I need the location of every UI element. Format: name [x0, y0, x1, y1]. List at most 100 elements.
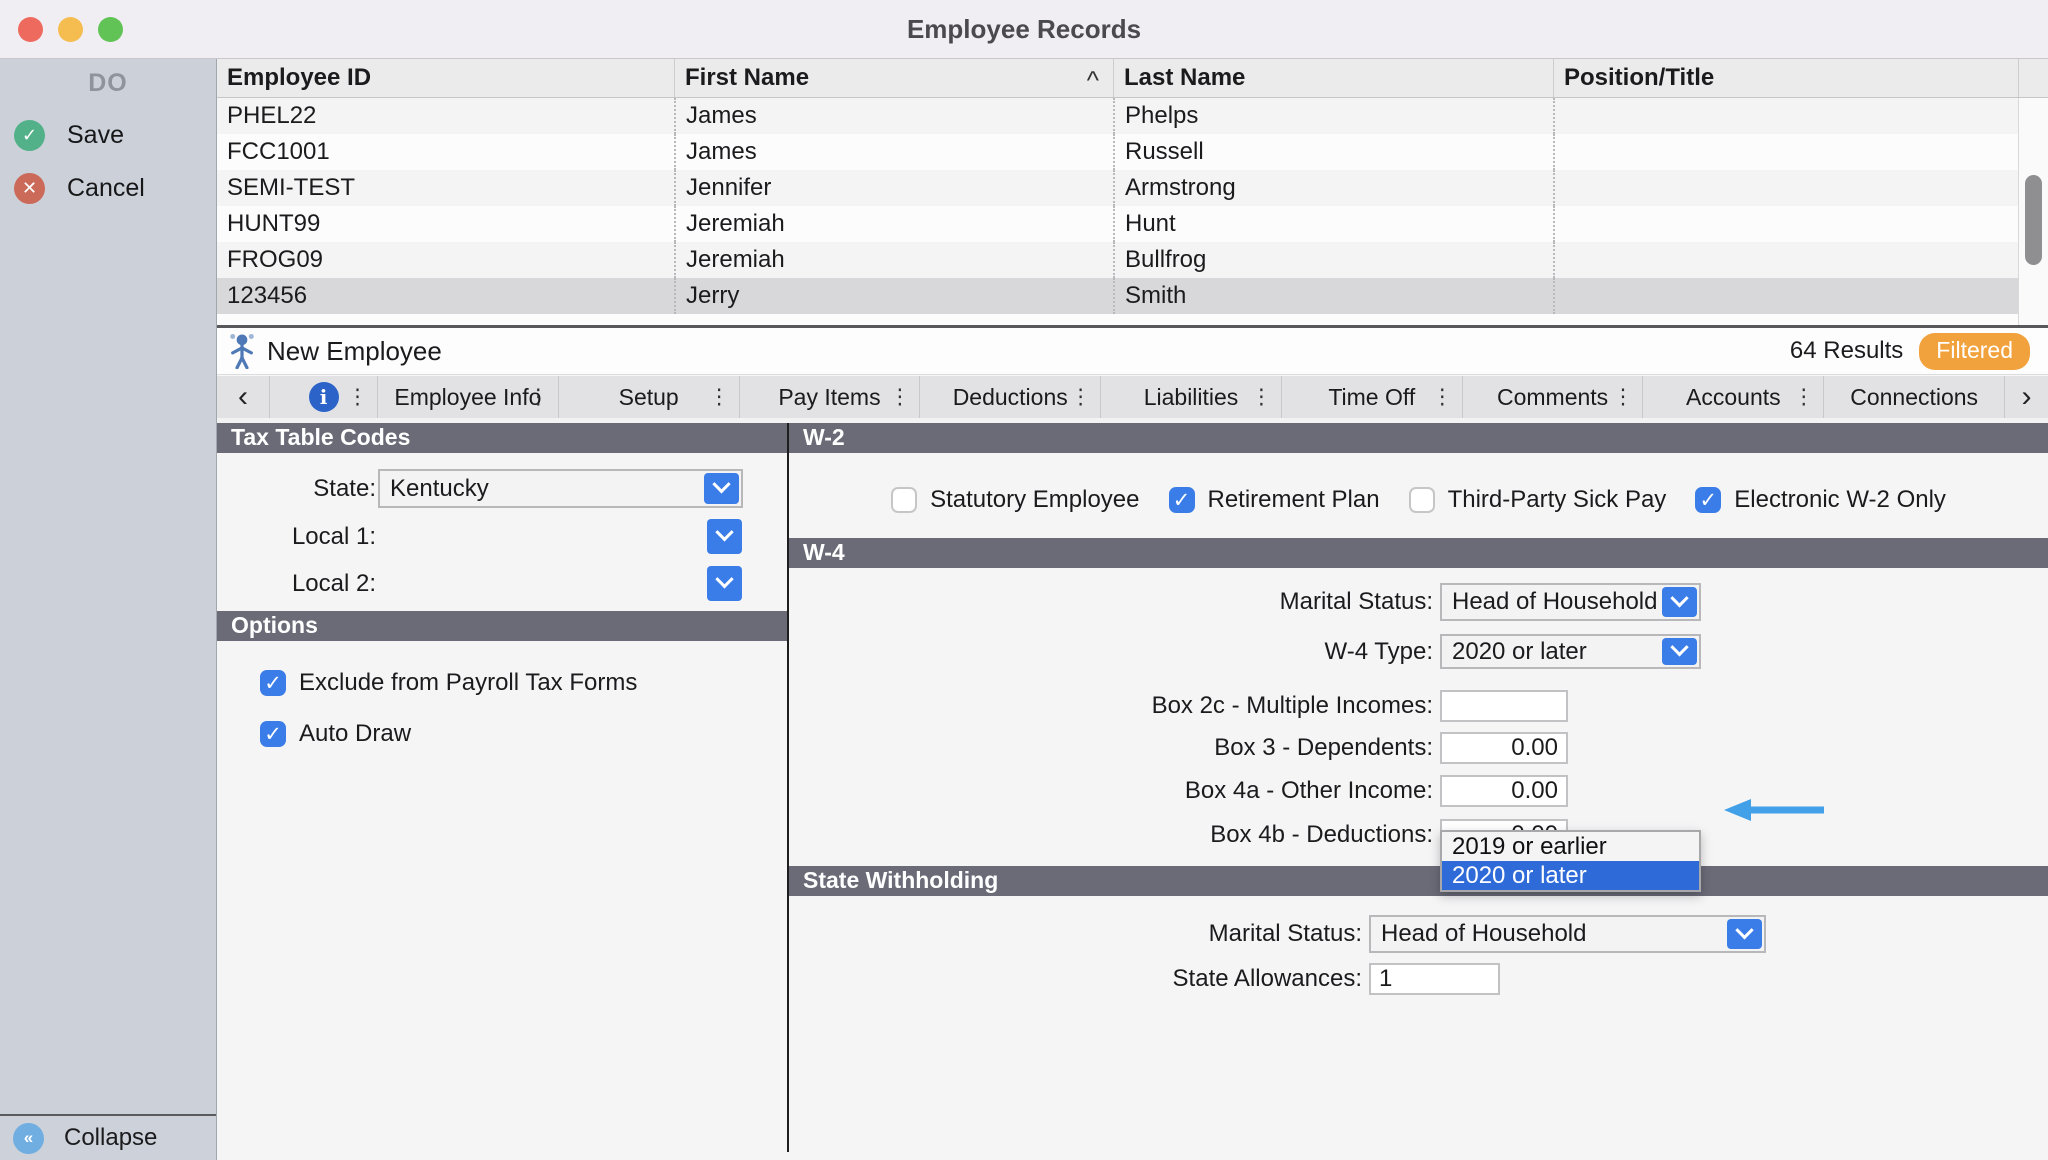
auto-draw-checkbox[interactable]: Auto Draw — [260, 720, 787, 748]
w2-checkbox-row: Statutory Employee Retirement Plan Third… — [789, 486, 2048, 514]
cancel-button-label: Cancel — [67, 174, 145, 203]
tab-scroll-right-button[interactable]: › — [2004, 376, 2048, 418]
box4a-input[interactable]: 0.00 — [1440, 775, 1568, 807]
checkbox-icon[interactable] — [1169, 487, 1195, 513]
checkbox-icon[interactable] — [1695, 487, 1721, 513]
menu-option-2020-or-later[interactable]: 2020 or later — [1442, 861, 1699, 890]
local2-dropdown-button[interactable] — [707, 566, 742, 601]
tab-employee-info[interactable]: Employee Info ⋮ — [377, 376, 558, 418]
sw-marital-status-value: Head of Household — [1381, 920, 1586, 948]
section-header-tax-table-codes: Tax Table Codes — [217, 423, 787, 453]
w4-type-open-menu: 2019 or earlier 2020 or later — [1440, 830, 1701, 892]
tab-overflow-icon[interactable]: ⋮ — [528, 385, 549, 410]
table-row-selected[interactable]: 123456 Jerry Smith — [217, 278, 2018, 314]
tab-scroll-left-button[interactable]: ‹ — [217, 376, 269, 418]
w4-marital-status-row: Marital Status: Head of Household — [789, 583, 2048, 621]
table-row[interactable]: FCC1001 James Russell — [217, 134, 2018, 170]
box3-label: Box 3 - Dependents: — [789, 734, 1433, 762]
tab-liabilities[interactable]: Liabilities ⋮ — [1100, 376, 1281, 418]
checkbox-label: Third-Party Sick Pay — [1448, 486, 1667, 514]
filtered-badge[interactable]: Filtered — [1919, 333, 2030, 370]
column-header-last-name[interactable]: Last Name — [1113, 59, 1553, 97]
box3-row: Box 3 - Dependents: 0.00 — [789, 732, 2048, 764]
tab-connections[interactable]: Connections — [1823, 376, 2004, 418]
checkbox-icon[interactable] — [891, 487, 917, 513]
local1-label: Local 1: — [217, 523, 376, 551]
tab-overflow-icon[interactable]: ⋮ — [889, 385, 910, 410]
tab-label: Setup — [619, 384, 679, 411]
third-party-sick-pay-checkbox[interactable]: Third-Party Sick Pay — [1409, 486, 1667, 514]
cell-employee-id: FROG09 — [217, 242, 674, 278]
statutory-employee-checkbox[interactable]: Statutory Employee — [891, 486, 1139, 514]
tab-time-off[interactable]: Time Off ⋮ — [1281, 376, 1462, 418]
exclude-payroll-tax-forms-checkbox[interactable]: Exclude from Payroll Tax Forms — [260, 669, 787, 697]
tab-overflow-icon[interactable]: ⋮ — [1070, 385, 1091, 410]
sw-marital-status-label: Marital Status: — [789, 920, 1362, 948]
cell-last-name: Bullfrog — [1113, 242, 1553, 278]
tab-setup[interactable]: Setup ⋮ — [558, 376, 739, 418]
tab-comments[interactable]: Comments ⋮ — [1462, 376, 1643, 418]
w4-type-dropdown[interactable]: 2020 or later — [1440, 634, 1701, 669]
menu-option-2019-or-earlier[interactable]: 2019 or earlier — [1442, 832, 1699, 861]
collapse-sidebar-button[interactable]: « Collapse — [0, 1114, 216, 1160]
zoom-window-button[interactable] — [98, 17, 123, 42]
cancel-button[interactable]: ✕ Cancel — [14, 173, 216, 204]
local1-dropdown-button[interactable] — [707, 519, 742, 554]
minimize-window-button[interactable] — [58, 17, 83, 42]
tab-label: Employee Info — [394, 384, 541, 411]
cell-position-title — [1553, 206, 2018, 242]
table-scrollbar-thumb[interactable] — [2025, 175, 2042, 265]
checkbox-icon[interactable] — [1409, 487, 1435, 513]
tab-overflow-icon[interactable]: ⋮ — [1793, 385, 1814, 410]
sw-marital-status-dropdown[interactable]: Head of Household — [1369, 915, 1766, 953]
tab-overflow-icon[interactable]: ⋮ — [1251, 385, 1272, 410]
state-dropdown[interactable]: Kentucky — [378, 469, 743, 508]
table-row[interactable]: HUNT99 Jeremiah Hunt — [217, 206, 2018, 242]
cell-position-title — [1553, 98, 2018, 134]
section-header-w2: W-2 — [789, 423, 2048, 453]
cell-employee-id: SEMI-TEST — [217, 170, 674, 206]
cell-first-name: Jeremiah — [674, 206, 1113, 242]
close-window-button[interactable] — [18, 17, 43, 42]
annotation-arrow-left-icon — [1724, 799, 1824, 826]
checkbox-icon[interactable] — [260, 721, 286, 747]
table-row[interactable]: SEMI-TEST Jennifer Armstrong — [217, 170, 2018, 206]
chevron-down-icon[interactable] — [1662, 638, 1697, 665]
tab-overflow-icon[interactable]: ⋮ — [1612, 385, 1633, 410]
table-scrollbar[interactable] — [2018, 98, 2048, 325]
column-header-first-name[interactable]: First Name ^ — [674, 59, 1113, 97]
w4-type-row: W-4 Type: 2020 or later — [789, 634, 2048, 669]
collapse-button-label: Collapse — [64, 1124, 157, 1152]
chevron-down-icon[interactable] — [1662, 587, 1697, 617]
tab-deductions[interactable]: Deductions ⋮ — [919, 376, 1100, 418]
electronic-w2-only-checkbox[interactable]: Electronic W-2 Only — [1695, 486, 1946, 514]
column-header-employee-id[interactable]: Employee ID — [217, 59, 674, 97]
retirement-plan-checkbox[interactable]: Retirement Plan — [1169, 486, 1380, 514]
state-allowances-input[interactable]: 1 — [1369, 963, 1500, 995]
box2c-label: Box 2c - Multiple Incomes: — [789, 692, 1433, 720]
column-header-spacer — [2018, 59, 2048, 97]
box2c-input[interactable] — [1440, 690, 1568, 722]
column-header-position-title[interactable]: Position/Title — [1553, 59, 2018, 97]
table-row[interactable]: PHEL22 James Phelps — [217, 98, 2018, 134]
w4-marital-status-dropdown[interactable]: Head of Household — [1440, 583, 1701, 621]
cell-position-title — [1553, 170, 2018, 206]
sort-ascending-icon[interactable]: ^ — [1087, 65, 1099, 96]
tab-pay-items[interactable]: Pay Items ⋮ — [739, 376, 920, 418]
tab-overflow-icon[interactable]: ⋮ — [709, 385, 730, 410]
tab-label: Liabilities — [1144, 384, 1239, 411]
save-button[interactable]: ✓ Save — [14, 120, 216, 151]
tab-accounts[interactable]: Accounts ⋮ — [1642, 376, 1823, 418]
chevron-down-icon[interactable] — [704, 473, 739, 504]
table-row[interactable]: FROG09 Jeremiah Bullfrog — [217, 242, 2018, 278]
state-allowances-row: State Allowances: 1 — [789, 963, 2048, 995]
save-button-label: Save — [67, 121, 124, 150]
tab-info[interactable]: i ⋮ — [269, 376, 377, 418]
chevron-down-icon[interactable] — [1727, 919, 1762, 949]
section-header-state-withholding: State Withholding — [789, 866, 2048, 896]
cell-last-name: Armstrong — [1113, 170, 1553, 206]
tab-overflow-icon[interactable]: ⋮ — [347, 385, 368, 410]
checkbox-icon[interactable] — [260, 670, 286, 696]
tab-overflow-icon[interactable]: ⋮ — [1432, 385, 1453, 410]
box3-input[interactable]: 0.00 — [1440, 732, 1568, 764]
